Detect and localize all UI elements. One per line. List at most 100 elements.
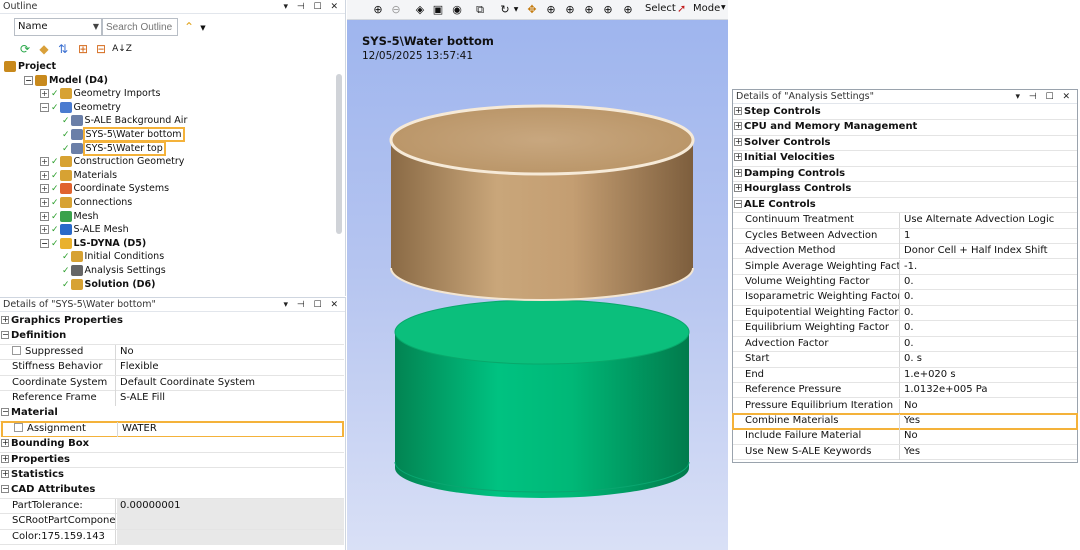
expand-toggle-icon[interactable]: + (40, 170, 49, 180)
property-row[interactable]: Pressure Equilibrium Iteration No (733, 398, 1077, 414)
property-group-header[interactable]: − Material (0, 406, 344, 422)
property-group-header[interactable]: + Step Controls (733, 105, 1077, 121)
name-filter-select[interactable]: Name ▼ (14, 18, 102, 36)
tree-node[interactable]: ✓ S-ALE Background Air (62, 114, 187, 127)
property-row[interactable]: End 1.e+020 s (733, 367, 1077, 384)
expand-toggle-icon[interactable]: − (40, 102, 49, 112)
tag-icon[interactable]: ◆ (37, 42, 51, 56)
expand-toggle-icon[interactable]: + (40, 89, 49, 99)
panel-controls[interactable]: ▾ ⊣ ☐ ✕ (283, 0, 341, 14)
tree-node[interactable]: + ✓ Construction Geometry (40, 155, 184, 168)
tree-node[interactable]: − ✓ LS-DYNA (D5) (40, 237, 146, 250)
property-value[interactable]: Yes (901, 414, 920, 429)
collapse-icon[interactable]: − (734, 199, 742, 208)
sort-icon[interactable]: ⇅ (56, 42, 70, 56)
panel-controls[interactable]: ▾ ⊣ ☐ ✕ (283, 298, 341, 312)
property-value[interactable]: No (117, 345, 134, 360)
property-value[interactable] (117, 514, 344, 530)
property-group-header[interactable]: + Initial Velocities (733, 151, 1077, 167)
property-row[interactable]: Volume Weighting Factor 0. (733, 274, 1077, 291)
property-value[interactable]: S-ALE Fill (117, 391, 165, 406)
tree-node[interactable]: + ✓ Materials (40, 169, 117, 182)
tree-node[interactable]: + ✓ Connections (40, 196, 132, 209)
expand-toggle-icon[interactable]: + (40, 211, 49, 221)
property-value[interactable]: 0. (901, 321, 914, 336)
property-value[interactable]: No (901, 429, 918, 444)
property-row[interactable]: Suppressed No (0, 344, 344, 361)
collapse-all-icon[interactable]: ⊟ (94, 42, 108, 56)
expand-toggle-icon[interactable]: − (40, 238, 49, 248)
property-row[interactable]: Reference Pressure 1.0132e+005 Pa (733, 383, 1077, 399)
expand-toggle-icon[interactable]: + (40, 225, 49, 235)
property-group-header[interactable]: + Bounding Box (0, 437, 344, 453)
property-row[interactable]: Equipotential Weighting Factor 0. (733, 305, 1077, 322)
panel-controls[interactable]: ▾ ⊣ ☐ ✕ (1015, 90, 1073, 104)
water-top-body[interactable] (389, 104, 695, 301)
expand-toggle-icon[interactable]: − (24, 75, 33, 85)
property-row[interactable]: Reference Frame S-ALE Fill (0, 391, 344, 407)
tree-node[interactable]: ✓ SYS-5\Water bottom (62, 127, 185, 142)
tree-node[interactable]: + ✓ S-ALE Mesh (40, 223, 129, 236)
property-group-header[interactable]: − CAD Attributes (0, 483, 344, 499)
collapse-icon[interactable]: − (1, 408, 9, 417)
tree-node[interactable]: ✓ Analysis Settings (62, 264, 166, 277)
property-value[interactable]: Use Alternate Advection Logic (901, 213, 1054, 228)
search-outline-input[interactable] (102, 18, 178, 36)
property-row[interactable]: Advection Method Donor Cell + Half Index … (733, 244, 1077, 260)
tree-node[interactable]: − ✓ Geometry (40, 101, 121, 114)
property-group-header[interactable]: + Properties (0, 452, 344, 469)
property-value[interactable]: No (901, 399, 918, 414)
expand-icon[interactable]: + (734, 122, 742, 131)
checkbox[interactable] (14, 423, 23, 433)
property-value[interactable]: 0. (901, 275, 914, 290)
dropdown-arrow-icon[interactable]: ▼ (196, 21, 210, 35)
checkbox[interactable] (12, 346, 21, 356)
property-value[interactable]: Yes (901, 445, 920, 460)
tree-node[interactable]: + ✓ Coordinate Systems (40, 182, 169, 195)
property-value[interactable]: 0. (901, 337, 914, 352)
property-value[interactable]: 1.0132e+005 Pa (901, 383, 988, 398)
property-row[interactable]: Assignment WATER (1, 420, 344, 439)
property-group-header[interactable]: − ALE Controls (733, 197, 1077, 214)
property-value[interactable]: Donor Cell + Half Index Shift (901, 244, 1048, 259)
outline-scrollbar[interactable] (336, 74, 342, 234)
property-row[interactable]: Simple Average Weighting Factor -1. (733, 259, 1077, 275)
expand-icon[interactable]: + (1, 439, 9, 448)
property-value[interactable]: 1 (901, 229, 910, 244)
property-row[interactable]: Continuum Treatment Use Alternate Advecti… (733, 213, 1077, 229)
tree-node[interactable]: ✓ Initial Conditions (62, 250, 164, 263)
tree-node[interactable]: + ✓ Geometry Imports (40, 87, 160, 100)
property-value[interactable]: WATER (119, 422, 157, 437)
property-row[interactable]: Isoparametric Weighting Factor 0. (733, 290, 1077, 306)
expand-icon[interactable]: + (734, 107, 742, 115)
expand-all-icon[interactable]: ⊞ (76, 42, 90, 56)
expand-icon[interactable]: + (734, 153, 742, 162)
property-value[interactable]: 0.00000001 (117, 498, 344, 514)
tree-node[interactable]: − Model (D4) (24, 74, 108, 87)
property-value[interactable]: Flexible (117, 360, 158, 375)
tree-node[interactable]: ✓ SYS-5\Water top (62, 140, 166, 156)
property-group-header[interactable]: + Statistics (0, 468, 344, 484)
expand-toggle-icon[interactable]: + (40, 184, 49, 194)
expand-icon[interactable]: + (734, 184, 742, 193)
property-row[interactable]: Include Failure Material No (733, 429, 1077, 445)
property-value[interactable]: 0. (901, 290, 914, 305)
property-value[interactable]: 1.e+020 s (901, 368, 956, 383)
expand-icon[interactable]: + (1, 316, 9, 324)
property-row[interactable]: Combine Materials Yes (732, 412, 1078, 431)
property-row[interactable]: Use New S-ALE Keywords Yes (733, 444, 1077, 461)
collapse-icon[interactable]: − (1, 485, 9, 494)
property-row[interactable]: Advection Factor 0. (733, 336, 1077, 353)
expand-icon[interactable]: + (1, 470, 9, 478)
property-value[interactable]: 0. (901, 306, 914, 321)
property-row[interactable]: Coordinate System Default Coordinate Syst… (0, 375, 344, 392)
property-row[interactable]: Stiffness Behavior Flexible (0, 360, 344, 376)
property-row[interactable]: Equilibrium Weighting Factor 0. (733, 321, 1077, 337)
property-value[interactable] (117, 529, 344, 545)
expand-icon[interactable]: + (1, 454, 9, 463)
collapse-icon[interactable]: − (1, 331, 9, 340)
water-bottom-body[interactable] (394, 299, 690, 498)
property-row[interactable]: Color:175.159.143 (0, 529, 344, 546)
property-value[interactable]: Default Coordinate System (117, 376, 255, 391)
property-group-header[interactable]: + CPU and Memory Management (733, 120, 1077, 136)
